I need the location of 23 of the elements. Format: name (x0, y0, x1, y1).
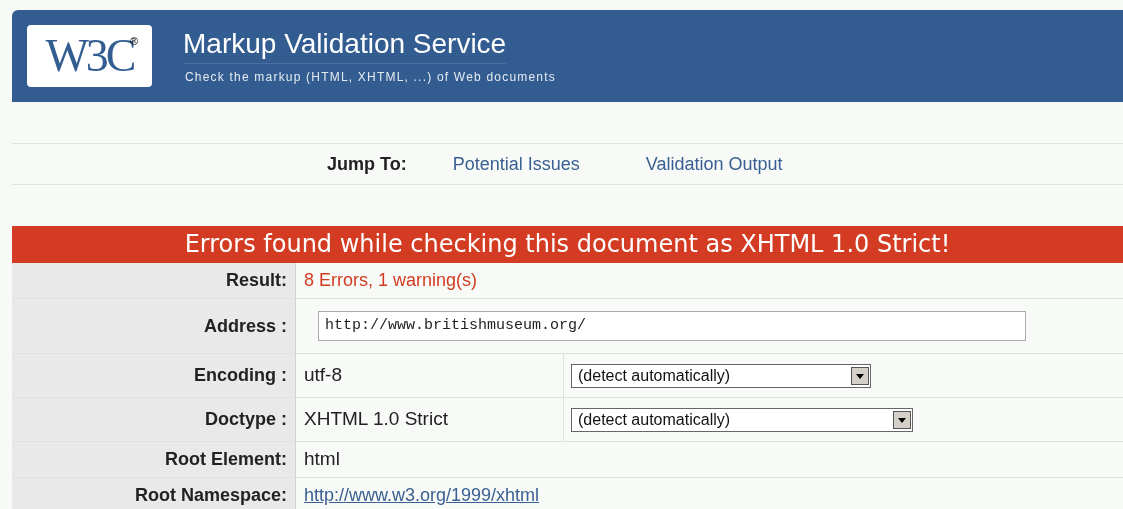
error-banner: Errors found while checking this document as XHTML 1.0 Strict! (12, 226, 1123, 263)
address-field[interactable]: http://www.britishmuseum.org/ (318, 311, 1026, 341)
field-value: utf-8 (304, 363, 344, 388)
caret-icon (893, 410, 911, 429)
jump-link[interactable]: Validation Output (645, 150, 783, 178)
w3c-logo[interactable]: W3C® (27, 25, 152, 87)
jump-link[interactable]: Potential Issues (452, 150, 580, 178)
page-subtitle: Check the markup (HTML, XHTML, ...) of Web documents (185, 68, 556, 86)
field-label: Doctype : (205, 408, 287, 431)
result-value: 8 Errors, 1 warning(s) (304, 269, 478, 292)
field-value: XHTML 1.0 Strict (304, 407, 449, 432)
field-label: Root Namespace: (134, 484, 287, 507)
detect-dropdown[interactable]: (detect automatically) (571, 407, 913, 432)
namespace-link[interactable]: http://www.w3.org/1999/xhtml (304, 482, 540, 509)
page-title: Markup Validation Service (183, 26, 507, 64)
jump-to-label: Jump To: (327, 152, 407, 176)
field-label: Result: (226, 269, 287, 292)
field-label: Address : (203, 314, 287, 338)
field-value: html (304, 447, 340, 472)
caret-icon (851, 366, 869, 385)
detect-dropdown[interactable]: (detect automatically) (571, 363, 871, 388)
field-label: Encoding : (194, 364, 287, 387)
field-label: Root Element: (165, 448, 287, 471)
